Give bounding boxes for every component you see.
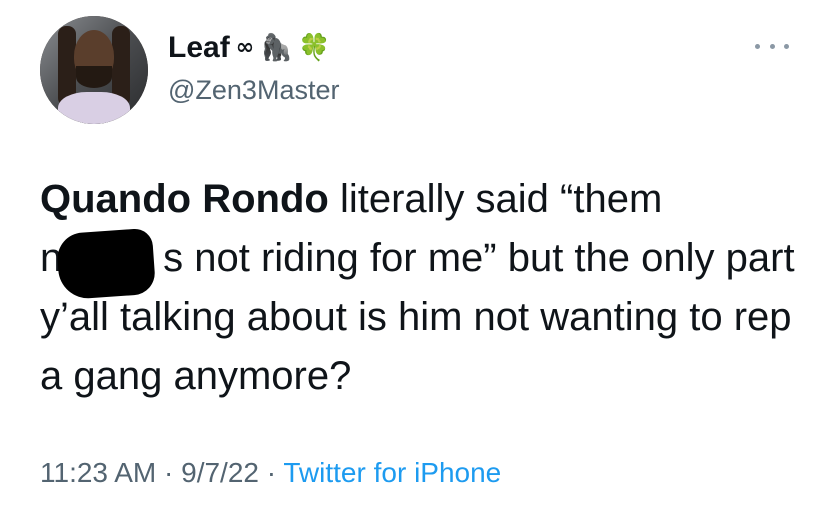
user-handle[interactable]: @Zen3Master (168, 74, 339, 106)
meta-separator: · (156, 457, 182, 488)
tweet-meta: 11:23 AM · 9/7/22 · Twitter for iPhone (40, 455, 501, 491)
tweet-time[interactable]: 11:23 AM (40, 457, 156, 488)
redaction-blot (55, 227, 157, 301)
tweet-text-part1: literally said “them (328, 177, 663, 221)
meta-separator: · (258, 457, 284, 488)
tweet-date[interactable]: 9/7/22 (181, 457, 259, 488)
gorilla-emoji: 🦍 (260, 33, 293, 63)
clover-emoji: 🍀 (298, 33, 331, 63)
infinity-emoji: ∞ (235, 35, 255, 60)
avatar-shirt (58, 92, 130, 124)
tweet-source-link[interactable]: Twitter for iPhone (283, 457, 501, 488)
redacted-word: ni s (40, 227, 184, 301)
avatar-beard (76, 66, 112, 88)
tweet-mention[interactable]: Quando Rondo (40, 177, 329, 221)
display-name[interactable]: Leaf (168, 30, 230, 66)
more-dot (755, 43, 760, 49)
avatar[interactable] (40, 16, 148, 124)
more-dot (769, 43, 775, 49)
more-dot (784, 43, 789, 49)
more-options-icon[interactable] (755, 36, 789, 56)
redacted-suffix: s (163, 236, 184, 280)
user-name-row[interactable]: Leaf ∞ 🦍 🍀 (168, 30, 331, 66)
tweet-text: Quando Rondo literally said “them ni s no… (40, 170, 800, 406)
